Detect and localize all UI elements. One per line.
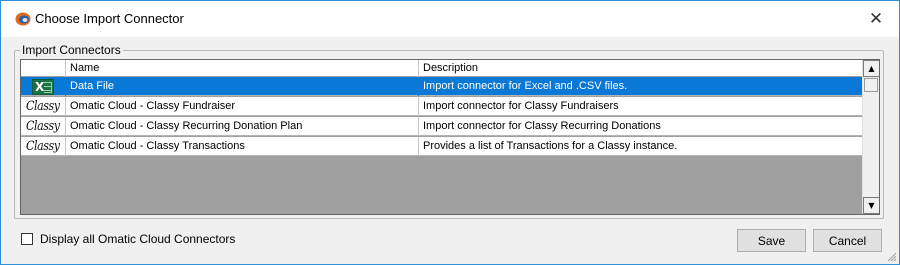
table-row[interactable]: Classy Omatic Cloud - Classy Fundraiser …	[21, 97, 863, 116]
row-icon-cell: Classy	[21, 137, 66, 156]
column-header-description[interactable]: Description	[419, 60, 863, 77]
app-icon	[15, 12, 31, 26]
row-icon-cell: Classy	[21, 97, 66, 116]
connector-name: Omatic Cloud - Classy Transactions	[66, 137, 419, 156]
connector-description: Import connector for Excel and .CSV file…	[423, 80, 628, 92]
scroll-down-button[interactable]: ▼	[863, 197, 879, 214]
excel-icon: X	[32, 78, 54, 95]
display-all-label[interactable]: Display all Omatic Cloud Connectors	[40, 232, 235, 246]
title-bar[interactable]: Choose Import Connector ✕	[1, 1, 899, 37]
import-connector-dialog: Choose Import Connector ✕ Import Connect…	[0, 0, 900, 265]
table-row[interactable]: Classy Omatic Cloud - Classy Transaction…	[21, 137, 863, 156]
connector-description: Import connector for Classy Fundraisers	[423, 100, 619, 112]
resize-grip-icon[interactable]	[885, 250, 897, 262]
column-header-icon[interactable]	[21, 60, 66, 77]
grid-header: Name Description	[21, 60, 863, 77]
classy-logo-icon: Classy	[26, 99, 60, 114]
table-row[interactable]: X Data File Import connector for Excel a…	[21, 77, 863, 96]
scroll-thumb[interactable]	[864, 78, 878, 92]
row-icon-cell: X	[21, 77, 66, 96]
table-row[interactable]: Classy Omatic Cloud - Classy Recurring D…	[21, 117, 863, 136]
connector-description: Provides a list of Transactions for a Cl…	[423, 140, 678, 152]
close-icon: ✕	[868, 9, 884, 29]
connector-grid[interactable]: Name Description X Data File Import conn…	[20, 59, 880, 215]
arrow-down-icon: ▼	[868, 201, 875, 210]
row-icon-cell: Classy	[21, 117, 66, 136]
grid-body: Name Description X Data File Import conn…	[21, 60, 863, 214]
connector-description: Import connector for Classy Recurring Do…	[423, 120, 661, 132]
display-all-checkbox[interactable]	[21, 233, 33, 245]
classy-logo-icon: Classy	[26, 119, 60, 134]
column-header-name[interactable]: Name	[66, 60, 419, 77]
scroll-up-button[interactable]: ▲	[863, 60, 879, 77]
arrow-up-icon: ▲	[868, 64, 875, 73]
display-all-option[interactable]: Display all Omatic Cloud Connectors	[21, 232, 235, 246]
close-button[interactable]: ✕	[853, 1, 899, 37]
vertical-scrollbar[interactable]: ▲ ▼	[862, 60, 879, 214]
save-button[interactable]: Save	[737, 229, 806, 252]
group-legend: Import Connectors	[20, 43, 123, 57]
classy-logo-icon: Classy	[26, 139, 60, 154]
connector-name: Omatic Cloud - Classy Recurring Donation…	[66, 117, 419, 136]
connector-name: Data File	[66, 77, 419, 96]
window-title: Choose Import Connector	[35, 11, 184, 26]
connector-name: Omatic Cloud - Classy Fundraiser	[66, 97, 419, 116]
cancel-button[interactable]: Cancel	[813, 229, 882, 252]
